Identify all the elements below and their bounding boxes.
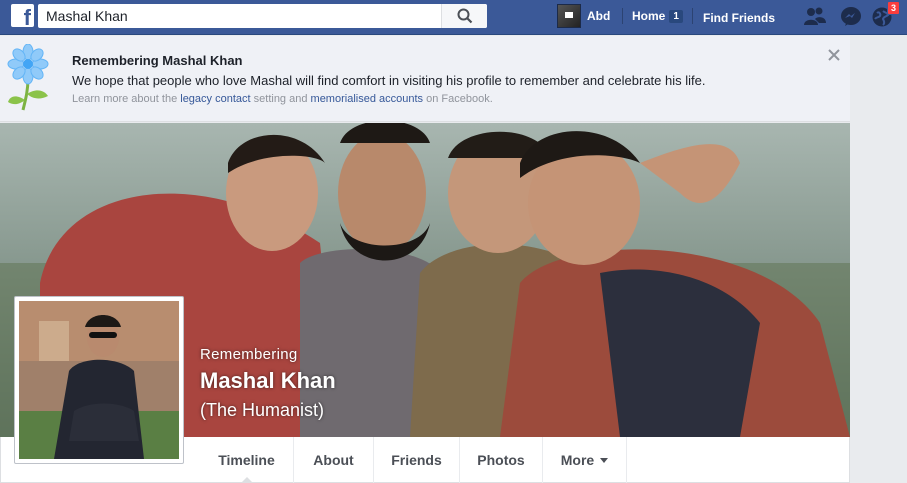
- tab-friends[interactable]: Friends: [373, 437, 459, 483]
- notifications-count-badge: 3: [887, 1, 901, 15]
- home-count-badge: 1: [669, 9, 683, 23]
- profile-picture-image: [19, 301, 179, 459]
- search-box: [38, 4, 487, 28]
- tab-label: About: [313, 452, 354, 468]
- home-label: Home: [632, 9, 666, 23]
- close-icon[interactable]: [826, 47, 842, 63]
- profile-picture[interactable]: [14, 296, 184, 464]
- tab-label: More: [560, 452, 595, 468]
- tab-label: Timeline: [218, 452, 275, 468]
- tab-label: Friends: [391, 452, 442, 468]
- search-icon: [457, 8, 473, 24]
- banner-learn-more: Learn more about the legacy contact sett…: [72, 93, 493, 105]
- home-link[interactable]: Home 1: [632, 9, 683, 23]
- learn-more-prefix: Learn more about the: [72, 93, 178, 105]
- active-tab-indicator: [241, 477, 253, 483]
- friends-icon: [804, 7, 826, 25]
- user-name-label: Abd: [587, 9, 611, 23]
- tab-label: Photos: [477, 452, 525, 468]
- profile-nickname: (The Humanist): [200, 400, 325, 420]
- learn-more-middle: setting and: [253, 93, 308, 105]
- avatar: [557, 4, 581, 28]
- banner-message: We hope that people who love Mashal will…: [72, 73, 706, 88]
- legacy-contact-link[interactable]: legacy contact: [180, 93, 250, 105]
- find-friends-link[interactable]: Find Friends: [703, 9, 775, 27]
- nav-divider: [622, 8, 623, 24]
- memorial-banner: Remembering Mashal Khan We hope that peo…: [0, 36, 850, 122]
- messenger-icon: [841, 7, 861, 26]
- chevron-down-icon: [600, 457, 609, 463]
- flower-icon: [7, 44, 49, 111]
- nav-divider: [692, 8, 693, 24]
- find-friends-label: Find Friends: [703, 11, 775, 25]
- profile-shortcut[interactable]: Abd: [557, 4, 610, 28]
- tab-photos[interactable]: Photos: [459, 437, 542, 483]
- search-button[interactable]: [441, 4, 487, 28]
- messages-button[interactable]: [840, 6, 862, 33]
- memorialised-accounts-link[interactable]: memorialised accounts: [311, 93, 424, 105]
- learn-more-suffix: on Facebook.: [426, 93, 493, 105]
- top-navigation-bar: f Abd Home 1 Find Friends 3: [0, 0, 907, 35]
- profile-name[interactable]: Mashal Khan: [200, 368, 336, 394]
- friend-requests-button[interactable]: [803, 6, 827, 33]
- tab-about[interactable]: About: [293, 437, 373, 483]
- banner-title: Remembering Mashal Khan: [72, 53, 243, 68]
- facebook-logo-icon[interactable]: f: [11, 4, 34, 29]
- right-sidebar: [850, 36, 907, 483]
- remembering-label: Remembering: [200, 346, 298, 363]
- search-input[interactable]: [38, 4, 443, 28]
- tab-more[interactable]: More: [542, 437, 627, 483]
